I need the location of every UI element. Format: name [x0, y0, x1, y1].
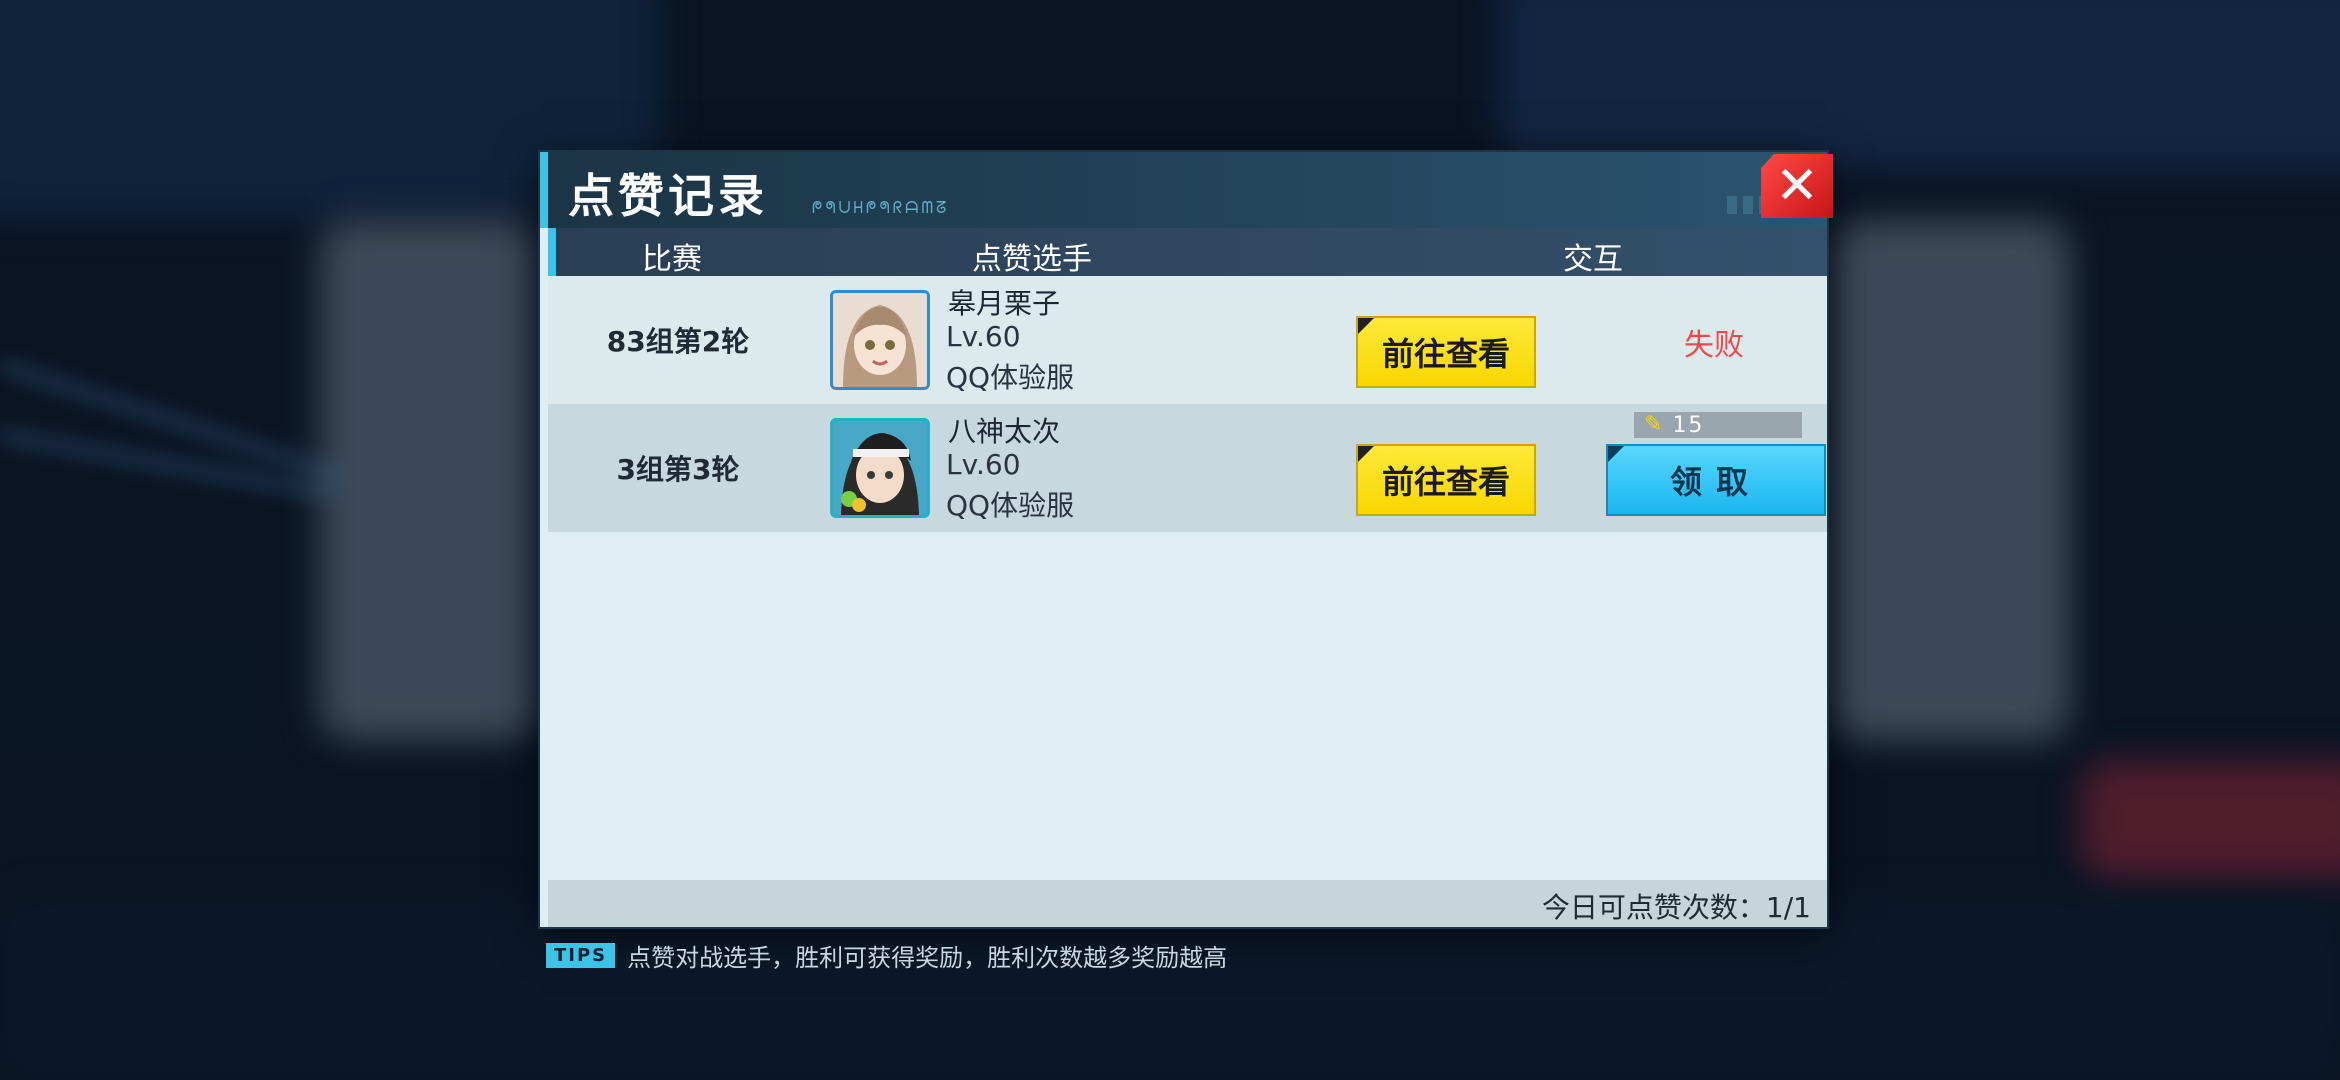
record-row: 3组第3轮 八神太次 Lv.60 QQ体验服 前往查看 ✎ 15 领取	[548, 404, 1827, 532]
player-level: Lv.60	[946, 320, 1021, 353]
close-icon: ✕	[1775, 156, 1819, 216]
result-fail-label: 失败	[1684, 328, 1744, 363]
claim-button[interactable]: 领取	[1606, 444, 1826, 516]
like-quota-label: 今日可点赞次数：1/1	[1541, 891, 1811, 924]
tips-bar: TIPS 点赞对战选手，胜利可获得奖励，胜利次数越多奖励越高	[546, 938, 1227, 973]
dialog-header: 点赞记录 ᖘᖗᑌᕼᖘᖗᖇᗩᗰᘔ	[540, 152, 1827, 228]
player-server: QQ体验服	[946, 489, 1075, 522]
column-player: 点赞选手	[972, 242, 1092, 277]
dialog-title-decoration: ᖘᖗᑌᕼᖘᖗᖇᗩᗰᘔ	[812, 198, 950, 217]
player-name: 八神太次	[948, 415, 1061, 448]
player-level: Lv.60	[946, 448, 1021, 481]
tips-text: 点赞对战选手，胜利可获得奖励，胜利次数越多奖励越高	[627, 944, 1228, 972]
column-interact: 交互	[1563, 242, 1623, 277]
dialog-title: 点赞记录	[568, 169, 768, 223]
player-avatar[interactable]	[830, 418, 930, 518]
dialog-footer: 今日可点赞次数：1/1	[548, 880, 1827, 927]
like-record-dialog: 点赞记录 ᖘᖗᑌᕼᖘᖗᖇᗩᗰᘔ ✕ 比赛 点赞选手 交互 83组第2轮 皋月栗子	[540, 152, 1833, 927]
goto-view-button[interactable]: 前往查看	[1356, 316, 1536, 388]
match-label: 83组第2轮	[606, 325, 750, 358]
reward-value: 15	[1672, 412, 1705, 438]
goto-view-button[interactable]: 前往查看	[1356, 444, 1536, 516]
player-avatar[interactable]	[830, 290, 930, 390]
reward-badge: ✎ 15	[1634, 412, 1802, 438]
close-button[interactable]: ✕	[1761, 154, 1833, 218]
column-match: 比赛	[642, 242, 702, 277]
match-label: 3组第3轮	[616, 453, 740, 486]
player-server: QQ体验服	[946, 361, 1075, 394]
tips-badge: TIPS	[546, 943, 616, 968]
record-row: 83组第2轮 皋月栗子 Lv.60 QQ体验服 前往查看 失败	[548, 276, 1827, 404]
pencil-icon: ✎	[1644, 412, 1663, 437]
player-name: 皋月栗子	[948, 287, 1061, 320]
column-header: 比赛 点赞选手 交互	[548, 228, 1827, 277]
